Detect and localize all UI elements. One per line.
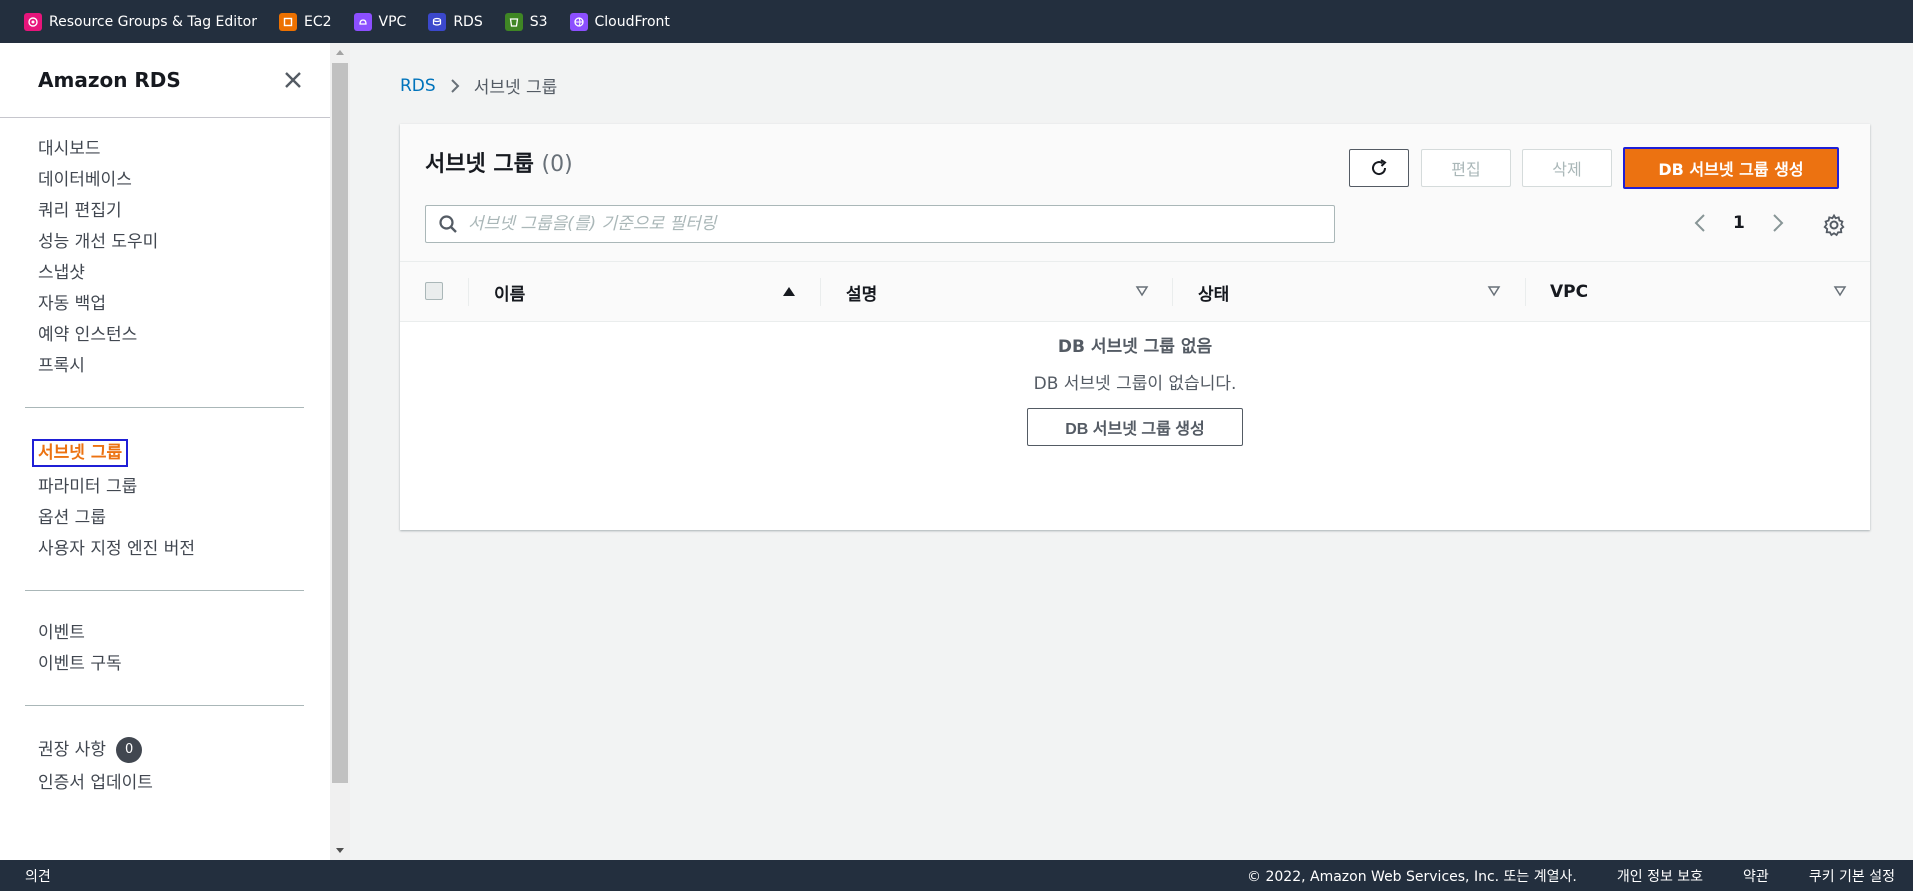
sidebar-item-certificate-update[interactable]: 인증서 업데이트 (25, 767, 304, 798)
side-navigation: Amazon RDS 대시보드 데이터베이스 쿼리 편집기 성능 개선 도우미 … (0, 43, 330, 860)
sidebar-header: Amazon RDS (0, 43, 330, 118)
sidebar-item-dashboard[interactable]: 대시보드 (25, 133, 304, 164)
current-page-number[interactable]: 1 (1733, 213, 1745, 233)
footer-links: © 2022, Amazon Web Services, Inc. 또는 계열사… (1247, 866, 1913, 886)
sidebar-item-query-editor[interactable]: 쿼리 편집기 (25, 195, 304, 226)
sidebar-item-custom-engine-versions[interactable]: 사용자 지정 엔진 버전 (25, 533, 304, 564)
column-header-name[interactable]: 이름 (494, 262, 525, 322)
close-icon[interactable] (282, 69, 304, 91)
feedback-link[interactable]: 의견 (25, 866, 51, 886)
favorite-label: S3 (529, 13, 548, 30)
ec2-icon (278, 12, 297, 31)
recommendations-count-badge: 0 (115, 737, 143, 763)
previous-page-icon[interactable] (1689, 212, 1711, 234)
resource-groups-icon (24, 12, 42, 31)
breadcrumb-rds-link[interactable]: RDS (400, 76, 436, 96)
recommendations-label: 권장 사항 (38, 740, 106, 760)
active-item-label: 서브넷 그룹 (32, 439, 129, 467)
scroll-down-arrow-icon[interactable] (330, 842, 350, 860)
footer: 의견 © 2022, Amazon Web Services, Inc. 또는 … (0, 860, 1913, 891)
favorite-label: EC2 (303, 13, 332, 30)
sort-ascending-icon[interactable] (782, 284, 796, 298)
favorite-vpc[interactable]: VPC (353, 12, 407, 31)
filter-search-box (425, 205, 1335, 243)
empty-state: DB 서브넷 그룹 없음 DB 서브넷 그룹이 없습니다. DB 서브넷 그룹 … (400, 322, 1870, 446)
sort-unsorted-icon[interactable] (1135, 284, 1149, 298)
gear-icon[interactable] (1822, 213, 1846, 237)
favorite-cloudfront[interactable]: CloudFront (569, 12, 670, 31)
refresh-button[interactable] (1349, 149, 1409, 187)
sidebar-item-databases[interactable]: 데이터베이스 (25, 164, 304, 195)
sort-unsorted-icon[interactable] (1833, 284, 1847, 298)
copyright-text: © 2022, Amazon Web Services, Inc. 또는 계열사… (1247, 868, 1577, 885)
breadcrumb: RDS 서브넷 그룹 (400, 73, 558, 99)
delete-button[interactable]: 삭제 (1522, 149, 1612, 187)
sidebar-section-recommendations: 권장 사항 0 인증서 업데이트 (25, 706, 304, 798)
create-db-subnet-group-button[interactable]: DB 서브넷 그룹 생성 (1623, 147, 1839, 189)
refresh-icon (1372, 159, 1387, 176)
table-header-area: 서브넷 그룹 (0) 편집 삭제 DB 서브넷 그룹 생성 1 (400, 124, 1870, 262)
sidebar-item-performance-insights[interactable]: 성능 개선 도우미 (25, 226, 304, 257)
empty-state-create-button[interactable]: DB 서브넷 그룹 생성 (1027, 408, 1243, 446)
sidebar-item-proxies[interactable]: 프록시 (25, 350, 304, 381)
favorite-label: RDS (453, 13, 483, 30)
sidebar-scrollbar[interactable] (330, 43, 350, 860)
sidebar-item-option-groups[interactable]: 옵션 그룹 (25, 502, 304, 533)
sidebar-section-main: 대시보드 데이터베이스 쿼리 편집기 성능 개선 도우미 스냅샷 자동 백업 예… (25, 118, 304, 408)
column-divider (1172, 278, 1173, 306)
breadcrumb-current: 서브넷 그룹 (473, 78, 558, 98)
sidebar-item-automated-backups[interactable]: 자동 백업 (25, 288, 304, 319)
favorite-rds[interactable]: RDS (428, 12, 483, 31)
sidebar-item-events[interactable]: 이벤트 (25, 617, 304, 648)
edit-button[interactable]: 편집 (1421, 149, 1511, 187)
chevron-right-icon (450, 78, 460, 94)
empty-state-title: DB 서브넷 그룹 없음 (1057, 337, 1213, 357)
column-header-vpc[interactable]: VPC (1550, 262, 1588, 322)
rds-icon (428, 12, 447, 31)
sidebar-item-snapshots[interactable]: 스냅샷 (25, 257, 304, 288)
sidebar-section-config: 서브넷 그룹 파라미터 그룹 옵션 그룹 사용자 지정 엔진 버전 (25, 408, 304, 591)
top-navigation-bar: Resource Groups & Tag Editor EC2 VPC RDS… (0, 0, 1913, 43)
item-count: (0) (541, 152, 573, 177)
terms-link[interactable]: 약관 (1743, 866, 1769, 886)
cloudfront-icon (569, 12, 588, 31)
favorite-label: VPC (378, 13, 407, 30)
sidebar-section-events: 이벤트 이벤트 구독 (25, 591, 304, 706)
next-page-icon[interactable] (1767, 212, 1789, 234)
sidebar-title: Amazon RDS (38, 68, 181, 92)
sidebar-item-event-subscriptions[interactable]: 이벤트 구독 (25, 648, 304, 679)
sidebar-item-parameter-groups[interactable]: 파라미터 그룹 (25, 471, 304, 502)
column-divider (820, 278, 821, 306)
page-title: 서브넷 그룹 (0) (425, 146, 573, 178)
column-header-description[interactable]: 설명 (846, 262, 877, 322)
column-header-status[interactable]: 상태 (1198, 262, 1229, 322)
subnet-groups-table-container: 서브넷 그룹 (0) 편집 삭제 DB 서브넷 그룹 생성 1 이름 설명 상태 (400, 124, 1870, 530)
favorite-s3[interactable]: S3 (504, 12, 548, 31)
column-divider (468, 278, 469, 306)
sort-unsorted-icon[interactable] (1487, 284, 1501, 298)
favorite-label: CloudFront (594, 13, 670, 30)
favorite-ec2[interactable]: EC2 (278, 12, 332, 31)
privacy-link[interactable]: 개인 정보 보호 (1617, 866, 1703, 886)
cookie-preferences-link[interactable]: 쿠키 기본 설정 (1809, 866, 1895, 886)
sidebar-item-subnet-groups[interactable]: 서브넷 그룹 (25, 434, 304, 471)
empty-state-description: DB 서브넷 그룹이 없습니다. (1033, 374, 1237, 394)
favorite-label: Resource Groups & Tag Editor (49, 13, 257, 30)
scrollbar-thumb[interactable] (332, 63, 348, 783)
table-column-headers: 이름 설명 상태 VPC (400, 262, 1870, 322)
s3-icon (504, 12, 523, 31)
vpc-icon (353, 12, 372, 31)
scroll-up-arrow-icon[interactable] (330, 43, 350, 61)
favorite-resource-groups[interactable]: Resource Groups & Tag Editor (24, 12, 257, 31)
sidebar-item-recommendations[interactable]: 권장 사항 0 (25, 732, 304, 767)
column-divider (1525, 278, 1526, 306)
select-all-checkbox[interactable] (425, 282, 443, 300)
page-title-text: 서브넷 그룹 (425, 152, 534, 177)
sidebar-item-reserved-instances[interactable]: 예약 인스턴스 (25, 319, 304, 350)
filter-input[interactable] (468, 214, 1318, 234)
search-icon (439, 215, 457, 233)
pagination: 1 (1689, 212, 1789, 234)
